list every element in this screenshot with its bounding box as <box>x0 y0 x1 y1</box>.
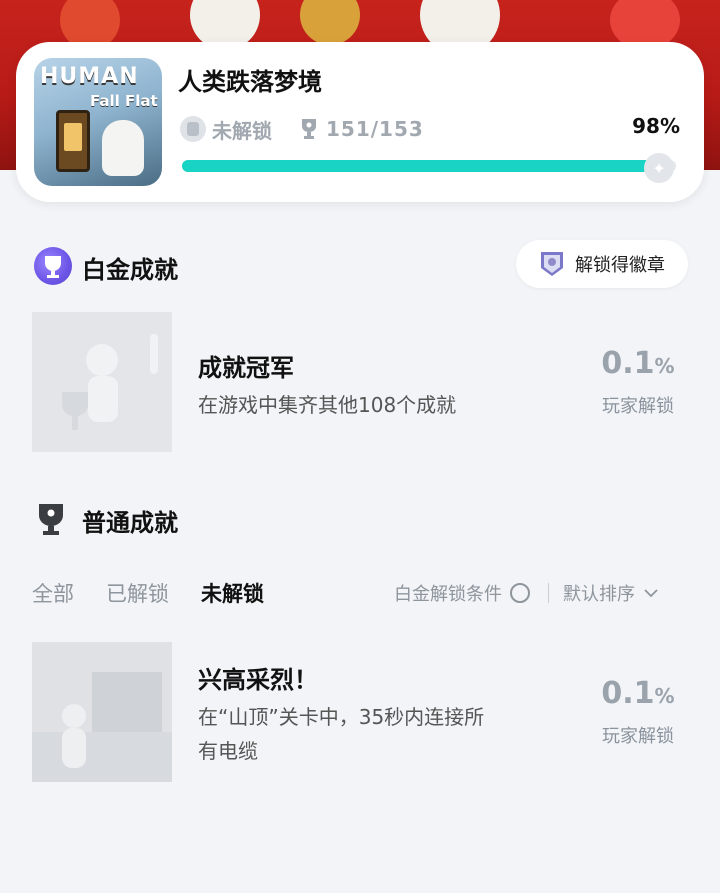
character-illustration <box>102 120 144 176</box>
cover-subtitle: Fall Flat <box>90 92 158 110</box>
platinum-trophy-icon <box>34 247 72 285</box>
platinum-goal-icon: ✦ <box>644 153 674 183</box>
percent-value: 0.1 <box>601 346 655 381</box>
platinum-achievement-description: 在游戏中集齐其他108个成就 <box>198 393 457 417</box>
percent-unit: % <box>654 684 675 708</box>
unlock-status: 未解锁 <box>212 118 272 143</box>
achievement-description-line2: 有电缆 <box>198 739 258 763</box>
achievement-percent: 0.1% <box>578 676 698 711</box>
platinum-achievement-percent: 0.1% <box>578 346 698 381</box>
game-title: 人类跌落梦境 <box>178 68 322 96</box>
completion-progress-bar <box>182 160 676 172</box>
badge-icon <box>539 250 565 278</box>
unlock-badge-label: 解锁得徽章 <box>575 255 665 276</box>
trophy-icon <box>300 118 318 140</box>
progress-fill <box>182 160 667 172</box>
chevron-down-icon[interactable] <box>643 585 659 601</box>
filter-all[interactable]: 全部 <box>32 578 74 608</box>
lock-icon <box>180 116 206 142</box>
game-cover-image[interactable]: HUMAN Fall Flat <box>34 58 162 186</box>
filter-tabs: 全部 已解锁 未解锁 <box>32 578 264 608</box>
platinum-condition-toggle-label[interactable]: 白金解锁条件 <box>394 580 502 606</box>
platinum-condition-radio[interactable] <box>510 583 530 603</box>
unlock-badge-button[interactable]: 解锁得徽章 <box>516 240 688 288</box>
filter-options: 白金解锁条件 默认排序 <box>394 580 659 606</box>
sort-dropdown[interactable]: 默认排序 <box>563 580 635 606</box>
cover-title: HUMAN <box>40 64 139 89</box>
lantern-illustration <box>56 110 90 172</box>
platinum-achievement-title: 成就冠军 <box>198 354 294 382</box>
divider <box>548 583 549 603</box>
percent-unit: % <box>654 354 675 378</box>
banner-decoration <box>300 0 360 45</box>
normal-section-title: 普通成就 <box>82 509 178 537</box>
percent-label: 玩家解锁 <box>602 396 674 417</box>
completion-percent: 98% <box>632 114 680 138</box>
normal-trophy-icon <box>36 502 66 536</box>
game-summary-card: HUMAN Fall Flat 人类跌落梦境 未解锁 151/153 98% ✦ <box>16 42 704 202</box>
percent-value: 0.1 <box>601 676 655 711</box>
achievement-description-line1: 在“山顶”关卡中，35秒内连接所 <box>198 705 485 729</box>
platinum-section-title: 白金成就 <box>82 256 178 284</box>
filter-locked[interactable]: 未解锁 <box>201 578 264 608</box>
percent-label: 玩家解锁 <box>602 726 674 747</box>
trophy-count: 151/153 <box>326 117 424 141</box>
achievement-title: 兴高采烈！ <box>198 666 318 694</box>
achievement-image[interactable] <box>32 642 172 782</box>
game-status-row: 未解锁 151/153 <box>180 114 424 144</box>
filter-unlocked[interactable]: 已解锁 <box>106 578 169 608</box>
platinum-achievement-image[interactable] <box>32 312 172 452</box>
